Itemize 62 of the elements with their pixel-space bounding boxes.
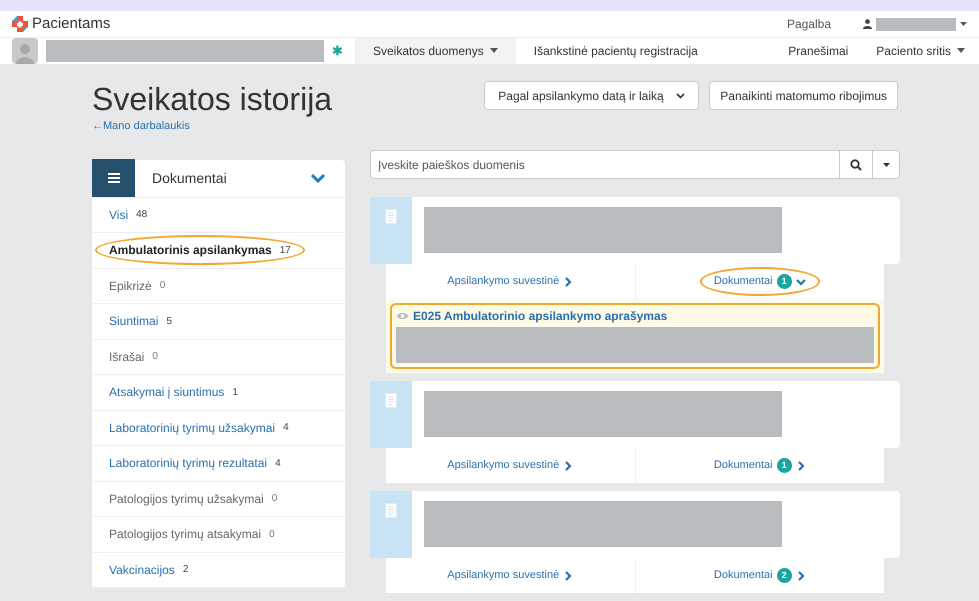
category-item[interactable]: Siuntimai 5 <box>97 308 184 334</box>
category-item[interactable]: Laboratorinių tyrimų užsakymai 4 <box>97 414 301 441</box>
caret-icon <box>882 162 890 166</box>
search-icon <box>850 158 862 170</box>
visit-summary-link[interactable]: Apsilankymo suvestinė <box>386 558 636 593</box>
documents-toggle[interactable]: Dokumentai 1 <box>702 269 818 294</box>
sort-select[interactable]: Pagal apsilankymo datą ir laiką <box>484 81 700 110</box>
count-badge: 2 <box>776 568 792 583</box>
item-count: 0 <box>160 279 166 294</box>
item-count: 1 <box>232 386 238 400</box>
item-count: 4 <box>275 456 281 471</box>
visit-summary-link[interactable]: Apsilankymo suvestinė <box>386 448 636 483</box>
brand-name[interactable]: Pacientams <box>32 12 110 36</box>
nav-item[interactable]: Paciento sritis <box>862 38 979 64</box>
item-count: 0 <box>272 492 278 506</box>
document-icon <box>385 503 397 518</box>
caret-icon <box>960 22 967 26</box>
count-badge: 1 <box>776 274 792 289</box>
user-icon <box>863 19 872 29</box>
item-count: 0 <box>152 350 158 364</box>
user-menu[interactable] <box>863 18 967 30</box>
eye-icon <box>396 312 409 320</box>
category-item[interactable]: Laboratorinių tyrimų rezultatai 4 <box>97 450 293 476</box>
chevron-right-icon <box>563 460 574 470</box>
search-field[interactable]: Įveskite paieškos duomenis <box>371 151 839 178</box>
nav-item[interactable]: Pranešimai <box>774 38 862 64</box>
document-title[interactable]: E025 Ambulatorinio apsilankymo aprašymas <box>413 307 668 325</box>
chevron-down-icon <box>676 92 686 98</box>
documents-toggle[interactable]: Dokumentai 1 <box>702 453 818 478</box>
document-icon <box>385 393 397 408</box>
document-entry[interactable]: E025 Ambulatorinio apsilankymo aprašymas <box>390 303 880 369</box>
item-count: 2 <box>182 563 188 578</box>
item-count: 5 <box>166 314 172 329</box>
documents-toggle[interactable]: Dokumentai 2 <box>702 563 818 588</box>
chevron-right-icon <box>796 570 806 580</box>
item-count: 4 <box>283 421 289 436</box>
chevron-right-icon <box>796 460 806 470</box>
documents-panel-header[interactable]: Dokumentai <box>92 160 345 198</box>
asterisk-icon <box>332 45 343 56</box>
back-link[interactable]: ←Mano darbalaukis <box>92 118 345 134</box>
search-bar[interactable]: Įveskite paieškos duomenis <box>370 150 900 179</box>
item-count: 0 <box>269 528 275 542</box>
count-badge: 1 <box>776 458 792 473</box>
clear-restrictions-button[interactable]: Panaikinti matomumo ribojimus <box>709 81 898 110</box>
logo-icon <box>12 16 28 32</box>
panel-title: Dokumentai <box>152 168 228 188</box>
category-item[interactable]: Atsakymai į siuntimus 1 <box>97 379 250 406</box>
chevron-down-icon <box>311 173 325 183</box>
help-link[interactable]: Pagalba <box>786 15 831 33</box>
chevron-right-icon <box>563 570 574 580</box>
category-item[interactable]: Ambulatorinis apsilankymas 17 <box>97 237 303 264</box>
avatar-icon <box>12 38 38 64</box>
document-icon <box>385 209 397 224</box>
chevron-down-icon <box>796 276 806 286</box>
page-title: Sveikatos istorija <box>92 83 334 115</box>
category-item[interactable]: Vakcinacijos 2 <box>97 556 200 583</box>
chevron-right-icon <box>563 276 574 286</box>
list-icon <box>108 173 120 183</box>
nav-item[interactable]: Sveikatos duomenys <box>355 38 516 64</box>
item-count: 48 <box>136 208 148 222</box>
category-item[interactable]: Visi 48 <box>97 202 160 228</box>
item-count: 17 <box>280 244 291 258</box>
